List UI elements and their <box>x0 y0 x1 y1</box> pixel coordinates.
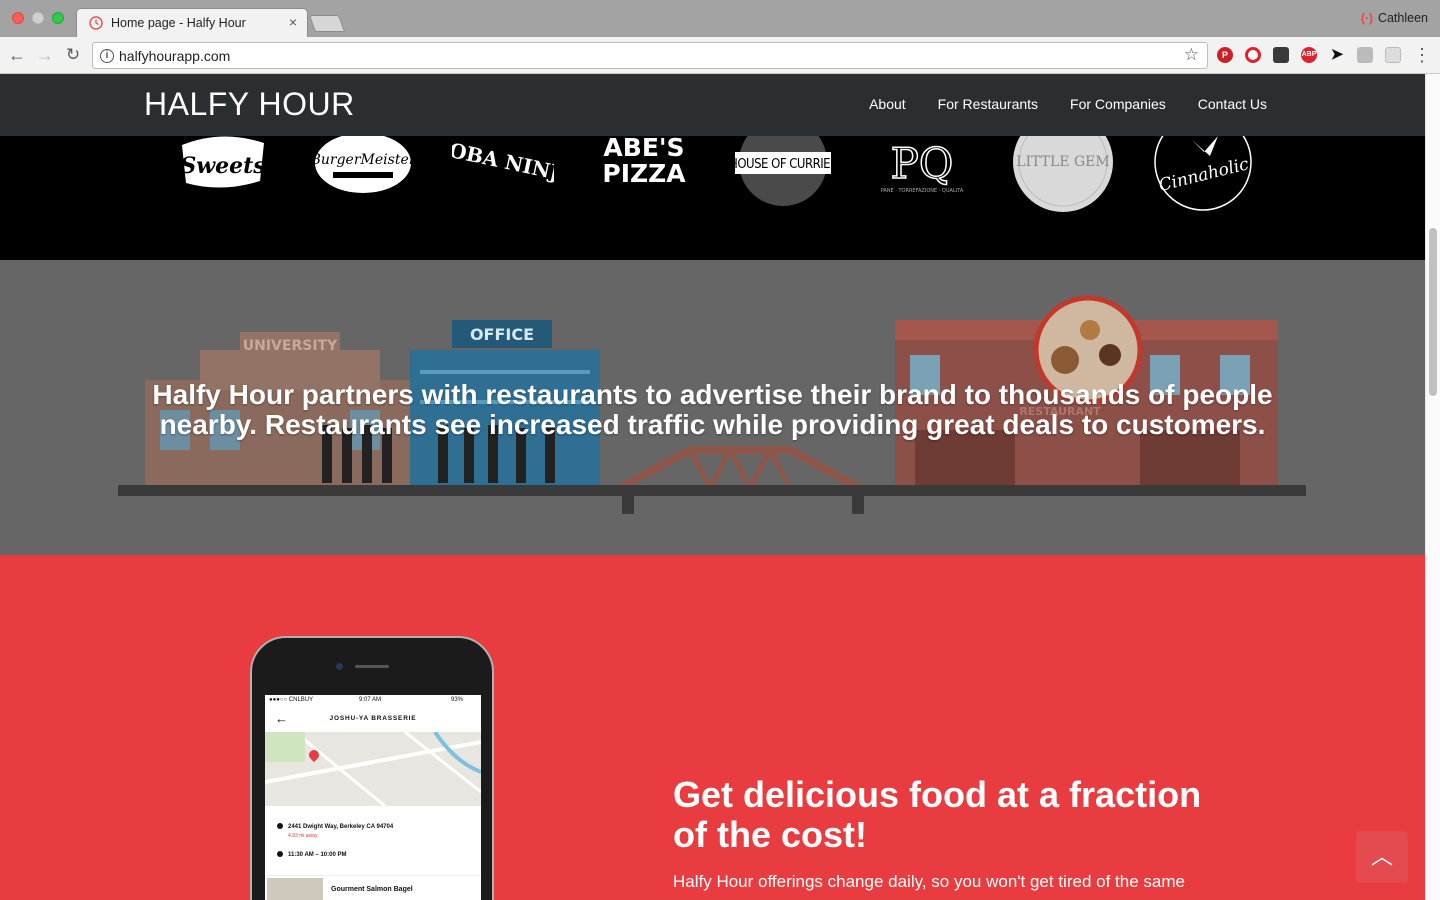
page-viewport: HALFY HOUR About For Restaurants For Com… <box>0 74 1440 900</box>
url-text[interactable]: halfyhourapp.com <box>119 48 230 64</box>
app-restaurant-title: JOSHU-YA BRASSERIE <box>329 715 417 722</box>
back-button[interactable]: ← <box>6 44 28 66</box>
cursor-icon[interactable]: ➤ <box>1329 47 1345 63</box>
minimize-window-button[interactable] <box>32 12 44 24</box>
svg-text:PQ: PQ <box>891 139 954 188</box>
phone-speaker <box>355 665 389 668</box>
menu-item-name: Gourment Salmon Bagel <box>331 886 413 893</box>
phone-status-bar: ●●●○○ CNLBUY 9:07 AM 93% <box>265 695 481 707</box>
nav-for-companies[interactable]: For Companies <box>1070 96 1166 112</box>
menu-item-thumbnail <box>267 878 323 900</box>
close-tab-icon[interactable]: × <box>289 14 297 30</box>
restaurant-logos-band: Sweets BurgerMeister BOBA NINJA ABE'S PI… <box>0 122 1425 260</box>
browser-toolbar: ← → ↻ i halfyhourapp.com ☆ P ABP ➤ ⋮ <box>0 37 1440 74</box>
app-address: 2441 Dwight Way, Berkeley CA 94704 <box>288 824 394 830</box>
browser-tab[interactable]: Home page - Halfy Hour × <box>76 8 308 37</box>
opera-icon[interactable] <box>1245 47 1261 63</box>
svg-text:UNIVERSITY: UNIVERSITY <box>243 338 338 354</box>
address-bar[interactable]: i halfyhourapp.com ☆ <box>92 42 1208 69</box>
logo-burgermeister: BurgerMeister <box>313 130 413 196</box>
adblock-icon[interactable]: ABP <box>1301 47 1317 63</box>
maximize-window-button[interactable] <box>52 12 64 24</box>
phone-carrier: ●●●○○ CNLBUY <box>269 697 314 703</box>
browser-titlebar: Home page - Halfy Hour × (·) Cathleen <box>0 0 1440 37</box>
hero-text: Halfy Hour partners with restaurants to … <box>152 379 1273 440</box>
phone-time: 9:07 AM <box>359 697 382 703</box>
bookmark-star-icon[interactable]: ☆ <box>1184 45 1199 65</box>
new-tab-button[interactable] <box>308 15 346 32</box>
browser-menu-icon[interactable]: ⋮ <box>1413 44 1431 66</box>
svg-text:PANE · TORREFAZIONE · QUALITA: PANE · TORREFAZIONE · QUALITA <box>881 188 964 194</box>
app-distance: 4.93 mi away <box>288 833 318 839</box>
feature-body: Halfy Hour offerings change daily, so yo… <box>673 872 1185 891</box>
page-scrollbar[interactable] <box>1425 74 1440 900</box>
app-hours: 11:30 AM – 10:00 PM <box>288 852 347 858</box>
phone-camera-icon <box>336 663 343 670</box>
location-icon <box>277 823 283 829</box>
logo-burgermeister-text: BurgerMeister <box>313 152 413 168</box>
phone-screen: ●●●○○ CNLBUY 9:07 AM 93% ← JOSHU-YA BRAS… <box>265 695 481 900</box>
evernote-icon[interactable] <box>1273 47 1289 63</box>
nav-contact-us[interactable]: Contact Us <box>1198 96 1267 112</box>
app-menu-item: Gourment Salmon Bagel <box>265 875 481 900</box>
site-logo[interactable]: HALFY HOUR <box>144 86 355 123</box>
app-hours-row: 11:30 AM – 10:00 PM <box>277 851 346 858</box>
nav-for-restaurants[interactable]: For Restaurants <box>938 96 1038 112</box>
extension-icon[interactable] <box>1385 47 1401 63</box>
site-info-icon[interactable]: i <box>100 49 114 63</box>
scroll-to-top-button[interactable]: ︿ <box>1357 832 1407 882</box>
logo-indian-summer-sweets: Sweets <box>176 126 270 206</box>
app-map <box>265 732 481 806</box>
phone-mockup: ●●●○○ CNLBUY 9:07 AM 93% ← JOSHU-YA BRAS… <box>250 636 494 900</box>
svg-text:PIZZA: PIZZA <box>602 159 686 188</box>
phone-battery: 93% <box>450 697 463 703</box>
feature-headline: Get delicious food at a fraction of the … <box>673 774 1202 855</box>
logo-pane: PQ PANE · TORREFAZIONE · QUALITA <box>872 130 972 200</box>
svg-text:OFFICE: OFFICE <box>470 325 534 344</box>
feature-section: ●●●○○ CNLBUY 9:07 AM 93% ← JOSHU-YA BRAS… <box>0 555 1425 900</box>
forward-button[interactable]: → <box>34 44 56 66</box>
nav-about[interactable]: About <box>869 96 906 112</box>
site-header: HALFY HOUR About For Restaurants For Com… <box>0 74 1425 136</box>
svg-text:HOUSE OF CURRIES: HOUSE OF CURRIES <box>733 157 833 172</box>
site-nav-menu: About For Restaurants For Companies Cont… <box>869 96 1267 112</box>
app-address-row: 2441 Dwight Way, Berkeley CA 94704 4.93 … <box>277 823 393 839</box>
svg-text:ABE'S: ABE'S <box>603 133 684 162</box>
logo-sweets-text: Sweets <box>180 153 265 179</box>
close-window-button[interactable] <box>12 12 24 24</box>
logo-boba-ninja: BOBA NINJA <box>452 132 554 202</box>
logo-boba-ninja-text: BOBA NINJA <box>452 134 554 188</box>
scrollbar-thumb[interactable] <box>1429 228 1437 396</box>
profile-icon: (·) <box>1360 11 1373 25</box>
extension-icon[interactable] <box>1357 47 1373 63</box>
logo-abes-pizza: ABE'S PIZZA <box>594 132 694 192</box>
hero-banner: UNIVERSITY OFFICE RESTAURANT Halfy Hour … <box>0 260 1425 555</box>
app-header: ← JOSHU-YA BRASSERIE <box>265 709 481 731</box>
profile-name: Cathleen <box>1377 11 1428 25</box>
clock-icon <box>277 851 283 857</box>
profile-button[interactable]: (·) Cathleen <box>1361 11 1428 25</box>
clock-favicon-icon <box>89 16 103 30</box>
tab-title: Home page - Halfy Hour <box>111 16 246 30</box>
reload-button[interactable]: ↻ <box>62 44 84 66</box>
svg-text:LITTLE GEM: LITTLE GEM <box>1016 154 1109 170</box>
pinterest-icon[interactable]: P <box>1217 47 1233 63</box>
